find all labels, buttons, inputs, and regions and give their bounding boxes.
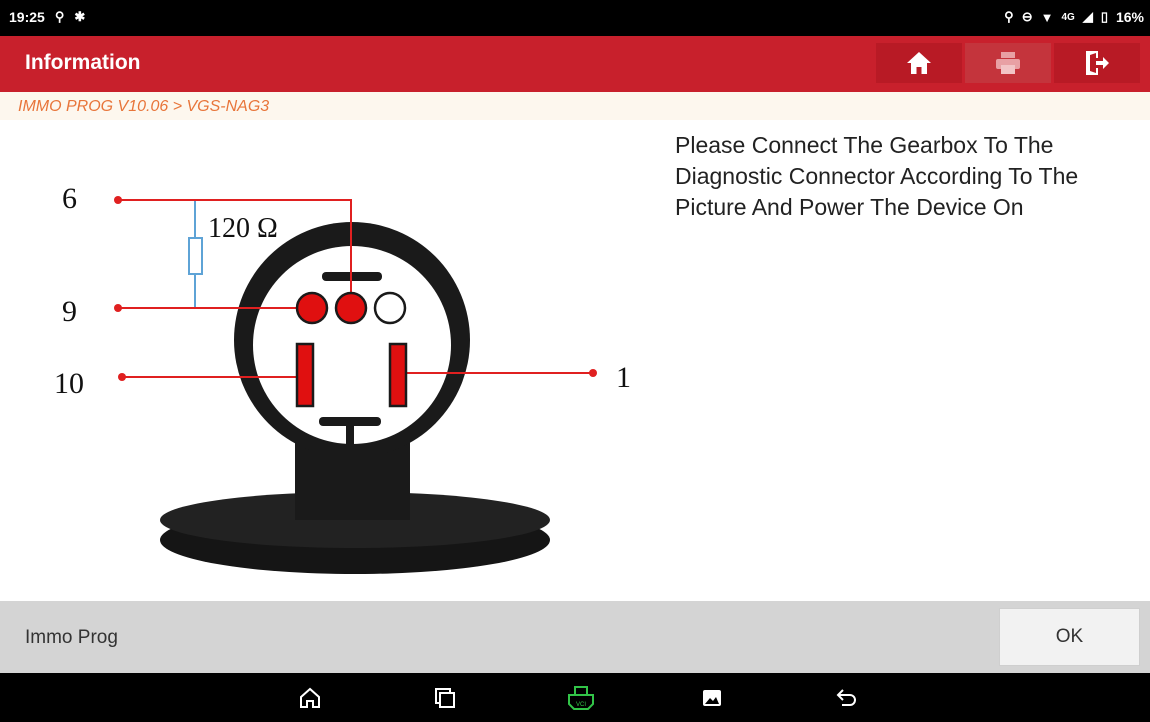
vci-icon: VCI	[568, 686, 594, 710]
signal-icon: ◢	[1082, 9, 1093, 24]
pin-1-dot	[589, 369, 597, 377]
battery-icon: ▯	[1100, 9, 1108, 24]
usb-icon: ⚲	[54, 9, 65, 24]
pin-9-label: 9	[62, 295, 77, 328]
clock: 19:25	[9, 9, 45, 25]
back-icon	[836, 689, 856, 706]
nav-home-button[interactable]	[295, 684, 325, 712]
battery-level: 16%	[1115, 9, 1144, 25]
title-bar: Information	[0, 36, 1150, 92]
nav-recent-button[interactable]	[430, 684, 460, 712]
pin-unused	[373, 291, 407, 325]
ok-button[interactable]: OK	[999, 608, 1140, 666]
pin-1	[388, 342, 408, 408]
home-outline-icon	[300, 687, 320, 708]
nav-gallery-button[interactable]	[697, 684, 727, 712]
print-icon	[996, 52, 1020, 74]
wifi-icon: ▼	[1040, 9, 1054, 25]
status-bar: 19:25 ⚲ ✱ ⚲ ⊖ ▼ 4G ◢ ▯ 16%	[0, 0, 1150, 36]
breadcrumb: IMMO PROG V10.06 > VGS-NAG3	[0, 92, 1150, 120]
resistor	[188, 237, 203, 275]
connector-diagram: 6 9 10 1 120 Ω	[54, 182, 631, 574]
pin-9	[295, 291, 329, 325]
location-icon: ⚲	[1004, 9, 1014, 24]
network-type: 4G	[1061, 11, 1075, 23]
nav-vci-button[interactable]: VCI	[566, 684, 596, 712]
connector-key-bottom	[319, 417, 381, 426]
nav-back-button[interactable]	[832, 684, 862, 712]
pin-6	[334, 291, 368, 325]
pin-10	[295, 342, 315, 408]
pin-6-label: 6	[62, 182, 77, 215]
bluetooth-icon: ✱	[74, 9, 86, 24]
resistor-label: 120 Ω	[208, 213, 278, 244]
svg-text:VCI: VCI	[576, 702, 586, 708]
breadcrumb-text: IMMO PROG V10.06 > VGS-NAG3	[18, 98, 270, 115]
system-nav-bar: VCI	[0, 673, 1150, 722]
pin-10-dot	[118, 373, 126, 381]
home-icon	[907, 52, 931, 74]
recent-apps-icon	[435, 688, 455, 708]
home-button[interactable]	[876, 43, 962, 83]
exit-button[interactable]	[1054, 43, 1140, 83]
function-label: Immo Prog	[25, 627, 118, 648]
page-title: Information	[25, 51, 141, 74]
exit-icon	[1086, 51, 1109, 75]
pin-9-dot	[114, 304, 122, 312]
pin-1-label: 1	[616, 361, 631, 394]
connector-key-stem	[346, 425, 354, 455]
instruction-text: Please Connect The Gearbox To The Diagno…	[675, 132, 1079, 220]
gallery-icon	[703, 690, 721, 706]
pin-10-label: 10	[54, 367, 84, 400]
dnd-icon: ⊖	[1021, 9, 1033, 24]
print-button[interactable]	[965, 43, 1051, 83]
bottom-bar: Immo Prog	[0, 601, 1150, 673]
pin-6-dot	[114, 196, 122, 204]
